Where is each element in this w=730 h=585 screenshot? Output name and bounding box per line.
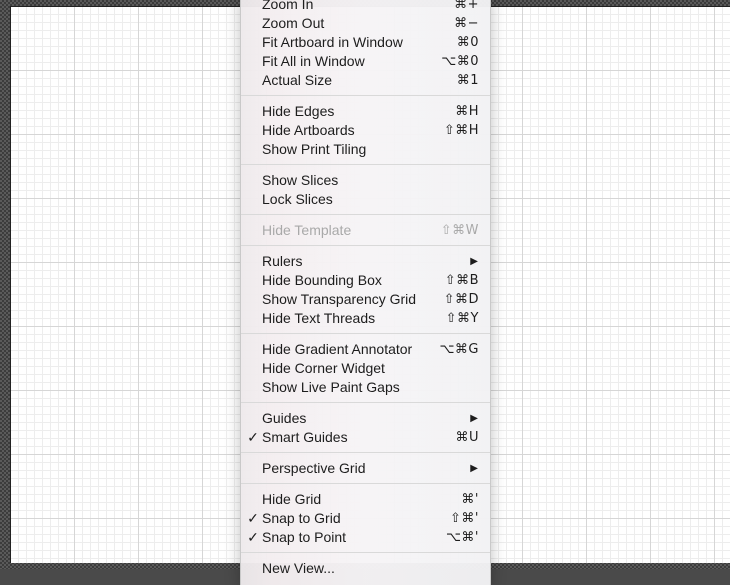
menu-item-show-print-tiling[interactable]: Show Print Tiling xyxy=(241,140,490,159)
menu-item-label: Hide Grid xyxy=(262,491,322,507)
checkmark-icon: ✓ xyxy=(247,510,259,526)
menu-item-hide-corner-widget[interactable]: Hide Corner Widget xyxy=(241,359,490,378)
menu-separator xyxy=(241,214,490,215)
menu-item-hide-template: Hide Template ⇧⌘W xyxy=(241,221,490,240)
menu-item-hide-artboards[interactable]: Hide Artboards ⇧⌘H xyxy=(241,121,490,140)
menu-item-label: Actual Size xyxy=(262,72,333,88)
menu-item-shortcut: ⌥⌘0 xyxy=(441,54,479,69)
checkmark-icon: ✓ xyxy=(247,529,259,545)
menu-item-label: Smart Guides xyxy=(262,429,348,445)
menu-item-show-transparency-grid[interactable]: Show Transparency Grid ⇧⌘D xyxy=(241,290,490,309)
menu-item-shortcut: ⇧⌘D xyxy=(443,292,479,307)
menu-items-container: Zoom In ⌘+ Zoom Out ⌘− Fit Artboard in Windo… xyxy=(241,0,490,578)
menu-separator xyxy=(241,402,490,403)
menu-item-label: Fit Artboard in Window xyxy=(262,34,403,50)
menu-item-hide-edges[interactable]: Hide Edges ⌘H xyxy=(241,102,490,121)
menu-item-label: Guides xyxy=(262,410,307,426)
menu-item-snap-to-point[interactable]: ✓ Snap to Point ⌥⌘' xyxy=(241,528,490,547)
menu-item-smart-guides[interactable]: ✓ Smart Guides ⌘U xyxy=(241,428,490,447)
menu-item-show-slices[interactable]: Show Slices xyxy=(241,171,490,190)
menu-item-actual-size[interactable]: Actual Size ⌘1 xyxy=(241,71,490,90)
menu-item-lock-slices[interactable]: Lock Slices xyxy=(241,190,490,209)
menu-item-label: Zoom Out xyxy=(262,15,325,31)
menu-item-label: Hide Edges xyxy=(262,103,335,119)
menu-separator xyxy=(241,552,490,553)
menu-item-label: Perspective Grid xyxy=(262,460,366,476)
menu-item-hide-text-threads[interactable]: Hide Text Threads ⇧⌘Y xyxy=(241,309,490,328)
menu-item-label: Hide Gradient Annotator xyxy=(262,341,413,357)
menu-separator xyxy=(241,95,490,96)
submenu-arrow-icon: ▶ xyxy=(470,256,478,267)
menu-item-label: Hide Bounding Box xyxy=(262,272,382,288)
menu-item-shortcut: ⌘H xyxy=(455,104,479,119)
menu-item-shortcut: ⇧⌘H xyxy=(443,123,479,138)
menu-item-shortcut: ⌘1 xyxy=(456,73,479,88)
menu-separator xyxy=(241,452,490,453)
menu-item-label: Zoom In xyxy=(262,0,314,12)
menu-item-shortcut: ⇧⌘Y xyxy=(445,311,479,326)
menu-item-hide-bounding-box[interactable]: Hide Bounding Box ⇧⌘B xyxy=(241,271,490,290)
menu-separator xyxy=(241,483,490,484)
menu-item-shortcut: ⌘' xyxy=(461,492,479,507)
menu-item-label: Show Transparency Grid xyxy=(262,291,417,307)
menu-item-shortcut: ⌘U xyxy=(455,430,479,445)
menu-item-guides[interactable]: Guides ▶ xyxy=(241,409,490,428)
menu-item-label: Hide Artboards xyxy=(262,122,355,138)
submenu-arrow-icon: ▶ xyxy=(470,413,478,424)
menu-item-shortcut: ⌘− xyxy=(454,16,479,31)
menu-item-label: Snap to Point xyxy=(262,529,347,545)
menu-separator xyxy=(241,245,490,246)
menu-item-snap-to-grid[interactable]: ✓ Snap to Grid ⇧⌘' xyxy=(241,509,490,528)
menu-item-zoom-in[interactable]: Zoom In ⌘+ xyxy=(241,0,490,14)
menu-item-show-live-paint-gaps[interactable]: Show Live Paint Gaps xyxy=(241,378,490,397)
checkmark-icon: ✓ xyxy=(247,429,259,445)
menu-item-shortcut: ⇧⌘B xyxy=(444,273,479,288)
menu-item-shortcut: ⇧⌘W xyxy=(440,223,479,238)
menu-item-label: Rulers xyxy=(262,253,303,269)
menu-item-shortcut: ⇧⌘' xyxy=(450,511,479,526)
menu-item-shortcut: ⌥⌘' xyxy=(445,530,479,545)
menu-item-zoom-out[interactable]: Zoom Out ⌘− xyxy=(241,14,490,33)
menu-separator xyxy=(241,333,490,334)
menu-item-label: Show Print Tiling xyxy=(262,141,367,157)
menu-item-fit-all-in-window[interactable]: Fit All in Window ⌥⌘0 xyxy=(241,52,490,71)
view-menu: Zoom In ⌘+ Zoom Out ⌘− Fit Artboard in Windo… xyxy=(240,0,491,585)
menu-separator xyxy=(241,164,490,165)
menu-item-shortcut: ⌘0 xyxy=(456,35,479,50)
menu-item-fit-artboard-in-window[interactable]: Fit Artboard in Window ⌘0 xyxy=(241,33,490,52)
menu-item-label: Show Live Paint Gaps xyxy=(262,379,400,395)
menu-item-label: Show Slices xyxy=(262,172,339,188)
menu-item-label: Snap to Grid xyxy=(262,510,341,526)
menu-item-shortcut: ⌘+ xyxy=(454,0,479,12)
menu-item-rulers[interactable]: Rulers ▶ xyxy=(241,252,490,271)
menu-item-label: Hide Corner Widget xyxy=(262,360,385,376)
menu-item-shortcut: ⌥⌘G xyxy=(439,342,479,357)
menu-item-hide-grid[interactable]: Hide Grid ⌘' xyxy=(241,490,490,509)
menu-item-perspective-grid[interactable]: Perspective Grid ▶ xyxy=(241,459,490,478)
menu-item-hide-gradient-annotator[interactable]: Hide Gradient Annotator ⌥⌘G xyxy=(241,340,490,359)
menu-item-label: Fit All in Window xyxy=(262,53,365,69)
menu-item-label: Hide Text Threads xyxy=(262,310,376,326)
submenu-arrow-icon: ▶ xyxy=(470,463,478,474)
menu-item-label: Lock Slices xyxy=(262,191,333,207)
menu-item-label: Hide Template xyxy=(262,222,352,238)
